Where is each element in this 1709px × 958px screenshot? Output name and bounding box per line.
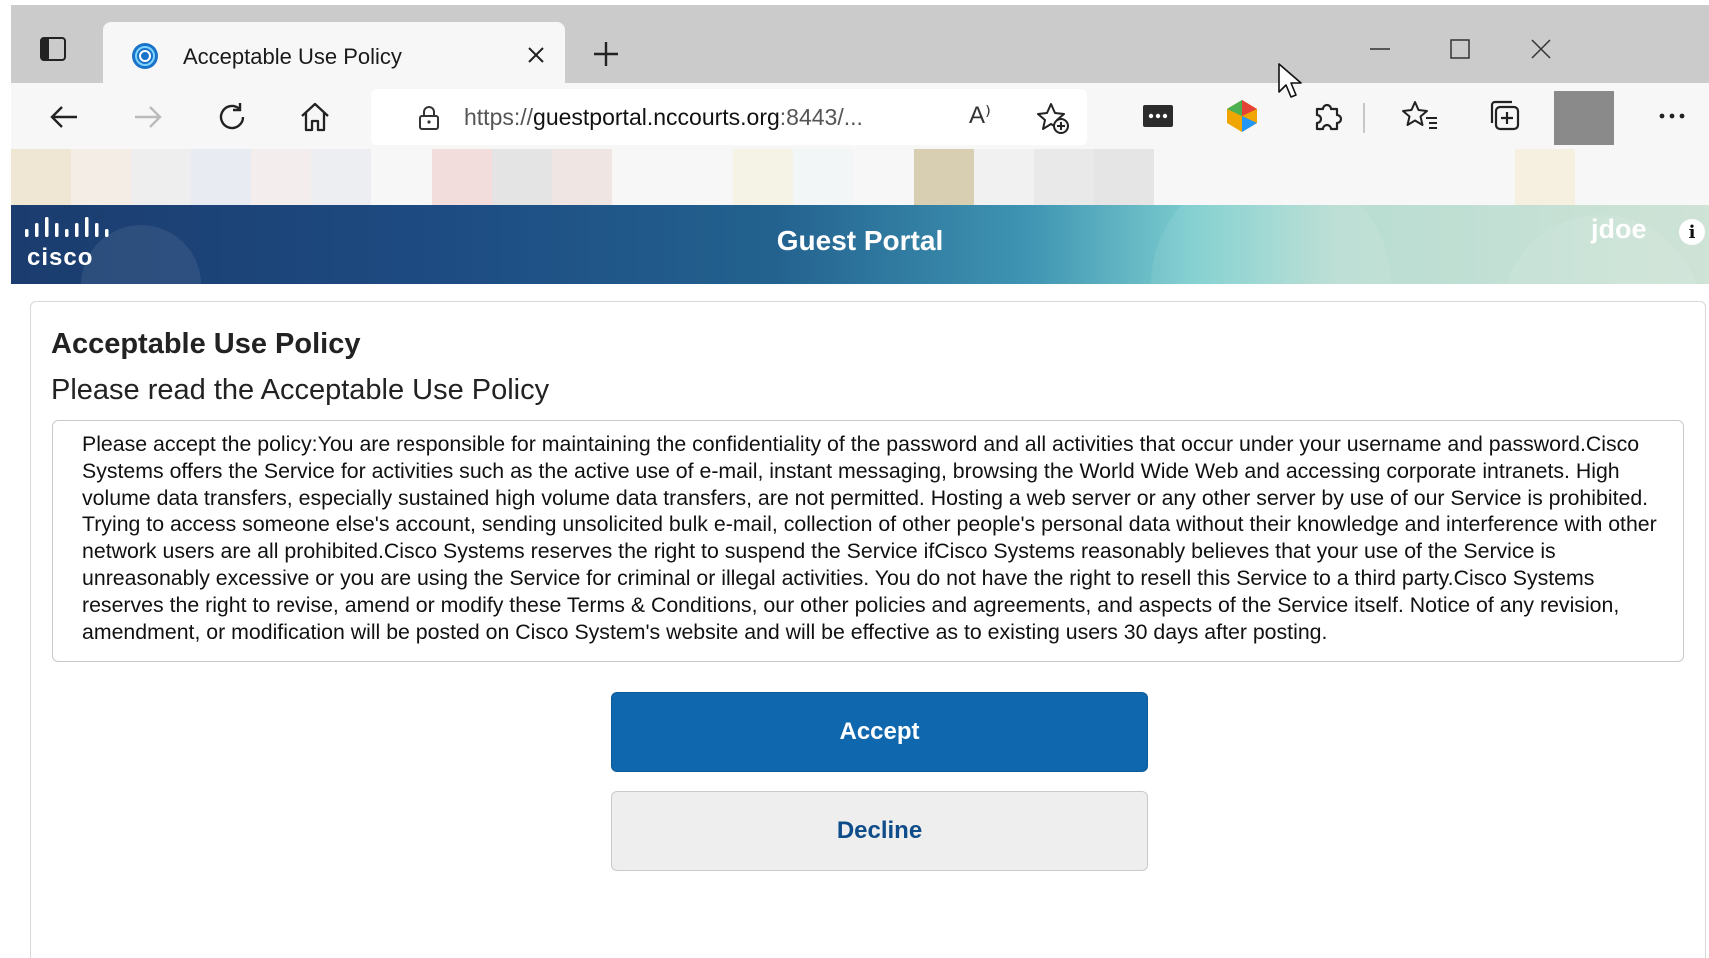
favorites-bar: [11, 149, 1709, 205]
browser-toolbar: https://guestportal.nccourts.org:8443/..…: [11, 83, 1709, 149]
profile-avatar[interactable]: [1554, 91, 1614, 145]
extensions-icon[interactable]: [1306, 95, 1348, 137]
favorites-bar-item[interactable]: [492, 149, 552, 205]
policy-text: Please accept the policy:You are respons…: [82, 432, 1657, 644]
page-subtitle: Please read the Acceptable Use Policy: [51, 374, 550, 406]
close-icon[interactable]: [523, 42, 549, 68]
url-text[interactable]: https://guestportal.nccourts.org:8443/..…: [464, 104, 863, 131]
info-icon[interactable]: i: [1679, 219, 1705, 245]
password-extension-icon[interactable]: [1137, 95, 1179, 137]
web-page: cisco Guest Portal jdoe i Acceptable Use…: [11, 205, 1709, 958]
favorites-bar-item[interactable]: [733, 149, 793, 205]
favorites-bar-item[interactable]: [251, 149, 311, 205]
title-bar: Acceptable Use Policy: [11, 5, 1709, 83]
favorites-bar-item[interactable]: [1034, 149, 1094, 205]
maximize-icon[interactable]: [1440, 31, 1480, 67]
more-icon[interactable]: [1651, 95, 1693, 137]
active-tab[interactable]: Acceptable Use Policy: [103, 22, 565, 83]
tab-title: Acceptable Use Policy: [183, 44, 402, 69]
lock-icon[interactable]: [417, 105, 441, 136]
browser-window: Acceptable Use Policy https://guestporta…: [11, 5, 1709, 958]
toolbar-divider: [1363, 103, 1365, 133]
favorites-bar-item[interactable]: [793, 149, 853, 205]
refresh-icon[interactable]: [212, 97, 252, 137]
favorites-bar-item[interactable]: [974, 149, 1034, 205]
collections-icon[interactable]: [1484, 95, 1526, 137]
page-title: Acceptable Use Policy: [51, 328, 361, 360]
read-aloud-icon[interactable]: A⁾: [969, 101, 991, 130]
tab-actions-icon[interactable]: [39, 35, 67, 63]
back-icon[interactable]: [44, 97, 84, 137]
add-favorite-icon[interactable]: [1036, 101, 1070, 140]
url-prefix: https://: [464, 104, 534, 130]
color-extension-icon[interactable]: [1221, 95, 1263, 137]
policy-text-box[interactable]: Please accept the policy:You are respons…: [52, 420, 1684, 662]
portal-title: Guest Portal: [776, 225, 944, 256]
favorites-bar-item[interactable]: [11, 149, 71, 205]
home-icon[interactable]: [295, 97, 335, 137]
decline-button[interactable]: Decline: [611, 791, 1148, 871]
favorites-bar-item[interactable]: [71, 149, 131, 205]
window-close-icon[interactable]: [1521, 31, 1561, 67]
favorites-icon[interactable]: [1399, 95, 1441, 137]
username[interactable]: jdoe: [1591, 214, 1647, 245]
portal-header: cisco Guest Portal jdoe i: [11, 205, 1709, 284]
info-glyph: i: [1688, 221, 1696, 243]
favorites-bar-item[interactable]: [432, 149, 492, 205]
policy-card: Acceptable Use Policy Please read the Ac…: [30, 301, 1706, 958]
address-bar[interactable]: https://guestportal.nccourts.org:8443/..…: [371, 89, 1087, 145]
edge-favicon: [131, 42, 159, 70]
url-rest: :8443/...: [779, 104, 863, 130]
cursor-icon: [1277, 62, 1305, 102]
minimize-icon[interactable]: [1360, 31, 1400, 67]
url-host: guestportal.nccourts.org: [533, 104, 780, 130]
accept-button[interactable]: Accept: [611, 692, 1148, 772]
favorites-bar-item[interactable]: [1094, 149, 1154, 205]
favorites-bar-item[interactable]: [131, 149, 191, 205]
forward-icon[interactable]: [128, 97, 168, 137]
plus-icon[interactable]: [589, 37, 623, 71]
favorites-bar-item[interactable]: [914, 149, 974, 205]
favorites-bar-item[interactable]: [311, 149, 371, 205]
favorites-bar-item[interactable]: [552, 149, 612, 205]
read-aloud-glyph: A⁾: [969, 102, 991, 129]
favorites-bar-item[interactable]: [191, 149, 251, 205]
favorites-bar-item[interactable]: [1515, 149, 1575, 205]
